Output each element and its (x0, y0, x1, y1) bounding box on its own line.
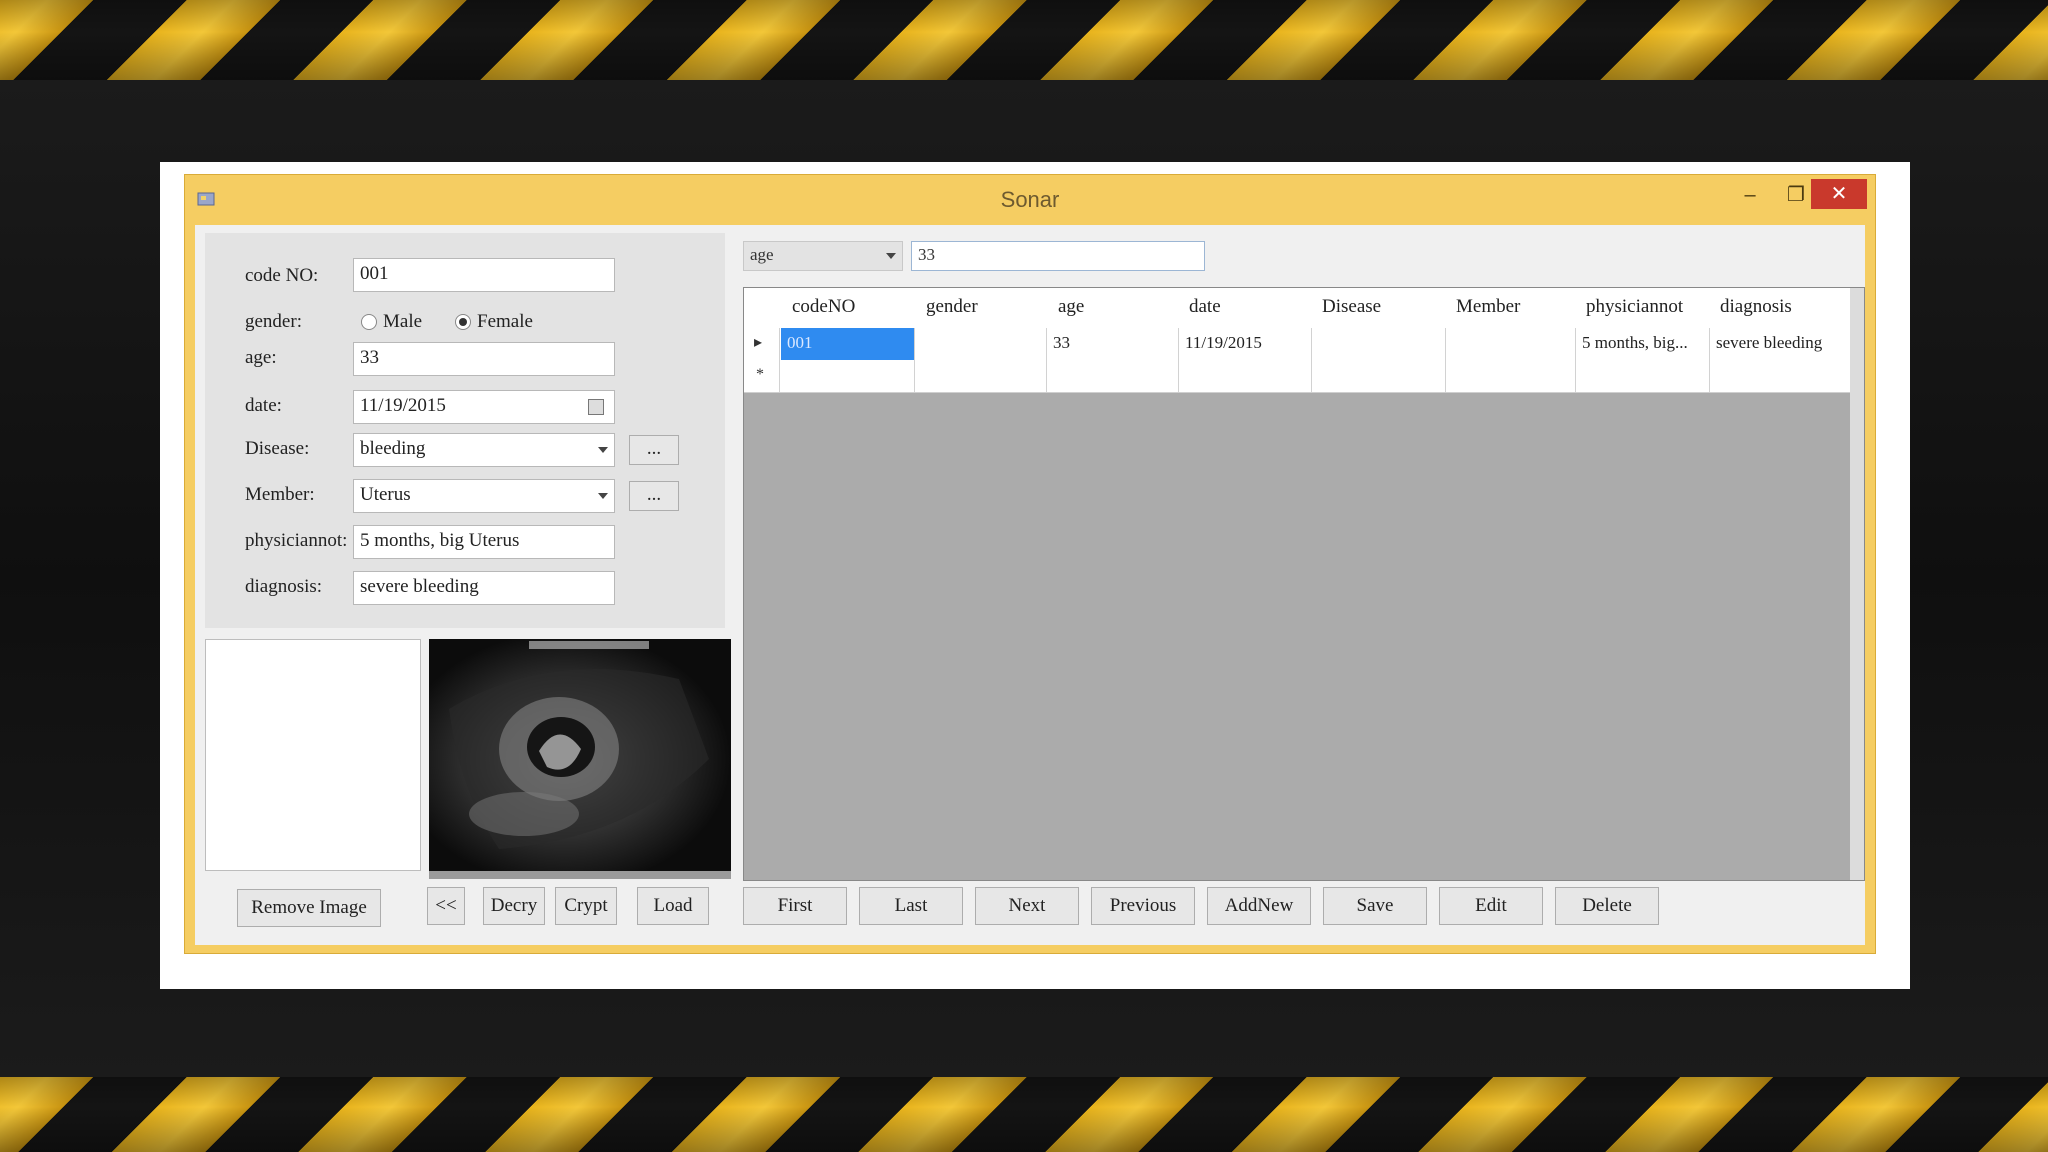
table-cell[interactable] (781, 360, 915, 392)
prev-image-button[interactable]: << (427, 887, 465, 925)
disease-value: bleeding (360, 438, 426, 459)
table-cell[interactable] (915, 360, 1047, 392)
code-label: code NO: (245, 265, 319, 286)
hazard-stripe-top (0, 0, 2048, 80)
column-header[interactable]: diagnosis (1720, 296, 1792, 318)
age-field[interactable]: 33 (353, 342, 615, 376)
date-value: 11/19/2015 (360, 395, 446, 416)
gender-label: gender: (245, 311, 302, 332)
table-cell[interactable] (1576, 360, 1710, 392)
close-button[interactable]: ✕ (1811, 179, 1867, 209)
table-cell[interactable] (1312, 360, 1446, 392)
chevron-down-icon (598, 447, 608, 453)
first-button[interactable]: First (743, 887, 847, 925)
column-header[interactable]: physiciannot (1586, 296, 1683, 318)
table-cell[interactable] (1047, 360, 1179, 392)
record-form-panel: code NO: 001 gender: Male Female age: 33… (205, 233, 725, 628)
table-cell[interactable] (1446, 360, 1576, 392)
disease-dropdown[interactable]: bleeding (353, 433, 615, 467)
row-header[interactable]: * (744, 360, 780, 392)
ultrasound-picture (429, 639, 731, 871)
client-area: code NO: 001 gender: Male Female age: 33… (195, 225, 1865, 945)
table-cell[interactable]: severe bleeding (1710, 328, 1852, 360)
table-cell[interactable] (1710, 360, 1852, 392)
column-header[interactable]: gender (926, 296, 978, 318)
edit-button[interactable]: Edit (1439, 887, 1543, 925)
new-row-indicator: * (756, 366, 764, 383)
last-button[interactable]: Last (859, 887, 963, 925)
female-radio[interactable] (455, 314, 471, 330)
code-field[interactable]: 001 (353, 258, 615, 292)
female-label[interactable]: Female (477, 311, 533, 333)
records-grid[interactable]: codeNO gender age date Disease Member ph… (743, 287, 1865, 881)
date-picker[interactable]: 11/19/2015 (353, 390, 615, 424)
decry-button[interactable]: Decry (483, 887, 545, 925)
member-dropdown[interactable]: Uterus (353, 479, 615, 513)
grid-scrollbar[interactable] (1850, 288, 1864, 880)
remove-image-button[interactable]: Remove Image (237, 889, 381, 927)
minimize-button[interactable]: – (1727, 181, 1773, 209)
physician-field[interactable]: 5 months, big Uterus (353, 525, 615, 559)
physician-label: physiciannot: (245, 530, 348, 551)
table-cell[interactable]: 001 (781, 328, 915, 360)
window-title: Sonar (1000, 187, 1060, 212)
table-cell[interactable] (1446, 328, 1576, 360)
column-header[interactable]: codeNO (792, 296, 855, 318)
disease-label: Disease: (245, 438, 310, 459)
diagnosis-field[interactable]: severe bleeding (353, 571, 615, 605)
hazard-stripe-bottom (0, 1077, 2048, 1152)
search-input[interactable]: 33 (911, 241, 1205, 271)
search-field-dropdown[interactable]: age (743, 241, 903, 271)
member-more-button[interactable]: ... (629, 481, 679, 511)
current-row-indicator: ▸ (754, 334, 763, 351)
calendar-icon[interactable] (588, 399, 604, 415)
next-button[interactable]: Next (975, 887, 1079, 925)
chevron-down-icon (598, 493, 608, 499)
table-cell[interactable] (915, 328, 1047, 360)
add-new-button[interactable]: AddNew (1207, 887, 1311, 925)
table-cell[interactable]: 11/19/2015 (1179, 328, 1312, 360)
image-scrollbar[interactable] (429, 871, 731, 879)
grid-header: codeNO gender age date Disease Member ph… (744, 288, 1852, 329)
disease-more-button[interactable]: ... (629, 435, 679, 465)
date-label: date: (245, 395, 282, 416)
column-header[interactable]: Disease (1322, 296, 1381, 318)
member-value: Uterus (360, 484, 411, 505)
age-label: age: (245, 347, 277, 368)
previous-button[interactable]: Previous (1091, 887, 1195, 925)
column-header[interactable]: date (1189, 296, 1221, 318)
table-cell[interactable]: 33 (1047, 328, 1179, 360)
crypt-button[interactable]: Crypt (555, 887, 617, 925)
title-bar[interactable]: Sonar – ❐ ✕ (185, 175, 1875, 225)
table-cell[interactable] (1312, 328, 1446, 360)
row-header[interactable]: ▸ (744, 328, 780, 360)
male-radio[interactable] (361, 314, 377, 330)
member-label: Member: (245, 484, 315, 505)
sonar-image[interactable] (429, 639, 731, 879)
new-row[interactable]: * (744, 360, 1852, 393)
table-cell[interactable] (1179, 360, 1312, 392)
table-cell[interactable]: 5 months, big... (1576, 328, 1710, 360)
diagnosis-label: diagnosis: (245, 576, 323, 597)
delete-button[interactable]: Delete (1555, 887, 1659, 925)
table-row[interactable]: ▸ 001 33 11/19/2015 5 months, big... sev… (744, 328, 1852, 361)
load-button[interactable]: Load (637, 887, 709, 925)
image-preview-empty[interactable] (205, 639, 421, 871)
save-button[interactable]: Save (1323, 887, 1427, 925)
column-header[interactable]: Member (1456, 296, 1520, 318)
chevron-down-icon (886, 253, 896, 259)
search-field-value: age (750, 245, 774, 264)
sonar-window: Sonar – ❐ ✕ code NO: 001 gender: Male Fe… (184, 174, 1876, 954)
male-label[interactable]: Male (383, 311, 422, 333)
column-header[interactable]: age (1058, 296, 1084, 318)
